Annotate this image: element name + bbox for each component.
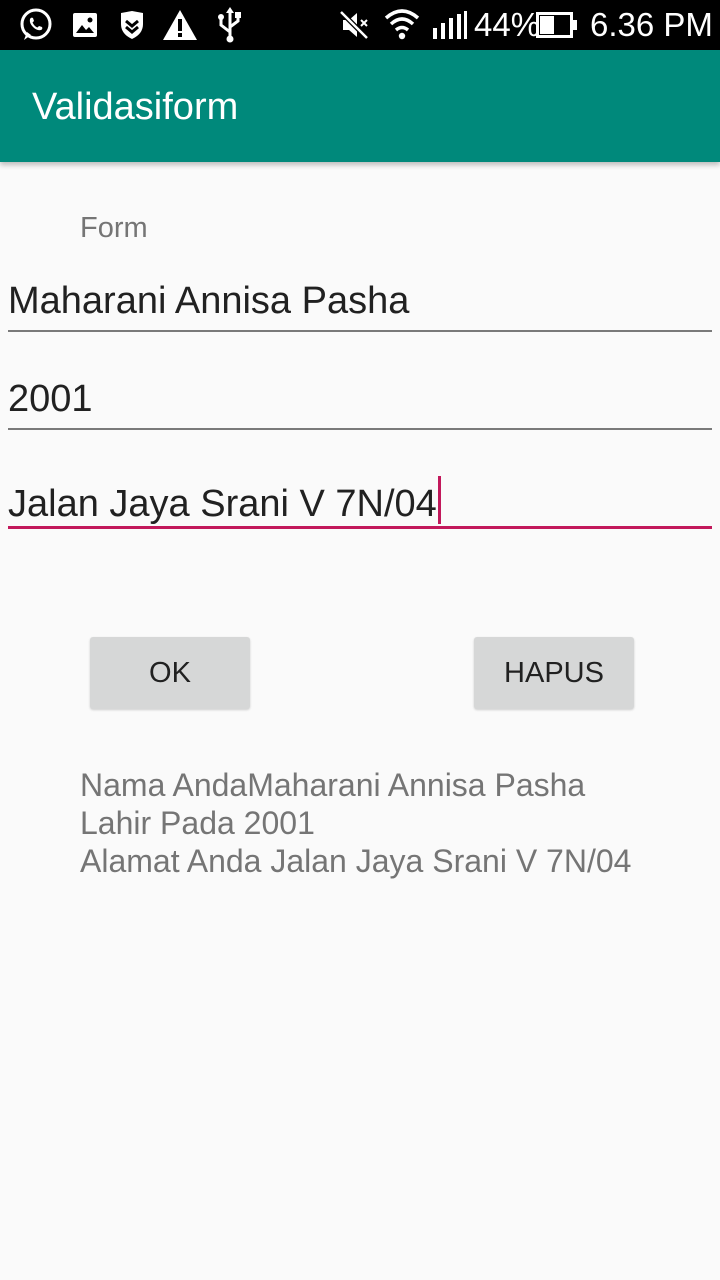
hapus-button-label: HAPUS — [504, 656, 604, 689]
ok-button-label: OK — [149, 656, 191, 689]
whatsapp-icon — [20, 8, 52, 40]
address-field-value: Jalan Jaya Srani V 7N/04 — [8, 483, 437, 525]
name-field[interactable]: Maharani Annisa Pasha — [8, 268, 712, 332]
text-cursor — [437, 476, 441, 524]
form-label: Form — [80, 212, 148, 244]
usb-icon — [218, 7, 241, 43]
wifi-icon — [384, 9, 420, 40]
shield-icon — [121, 11, 143, 39]
warning-icon — [163, 10, 197, 40]
birth-year-field[interactable]: 2001 — [8, 366, 712, 430]
battery-icon — [536, 12, 577, 38]
image-icon — [73, 13, 97, 37]
clock: 6.36 PM — [590, 6, 713, 43]
status-bar: 44% 6.36 PM — [0, 0, 720, 50]
result-address: Alamat Anda Jalan Jaya Srani V 7N/04 — [80, 843, 632, 879]
app-title: Validasiform — [32, 86, 239, 128]
battery-percent: 44% — [474, 6, 541, 43]
signal-icon — [433, 11, 467, 39]
hapus-button[interactable]: HAPUS — [474, 637, 634, 709]
address-field[interactable]: Jalan Jaya Srani V 7N/04 — [8, 464, 712, 529]
ok-button[interactable]: OK — [90, 637, 250, 709]
result-name: Nama AndaMaharani Annisa Pasha — [80, 767, 586, 803]
mute-icon — [339, 10, 369, 40]
app-bar: Validasiform — [0, 50, 720, 162]
address-field-value-wrap: Jalan Jaya Srani V 7N/04 — [8, 476, 441, 526]
birth-year-field-value: 2001 — [8, 378, 93, 420]
name-field-value: Maharani Annisa Pasha — [8, 280, 410, 322]
result-birth-year: Lahir Pada 2001 — [80, 805, 315, 841]
